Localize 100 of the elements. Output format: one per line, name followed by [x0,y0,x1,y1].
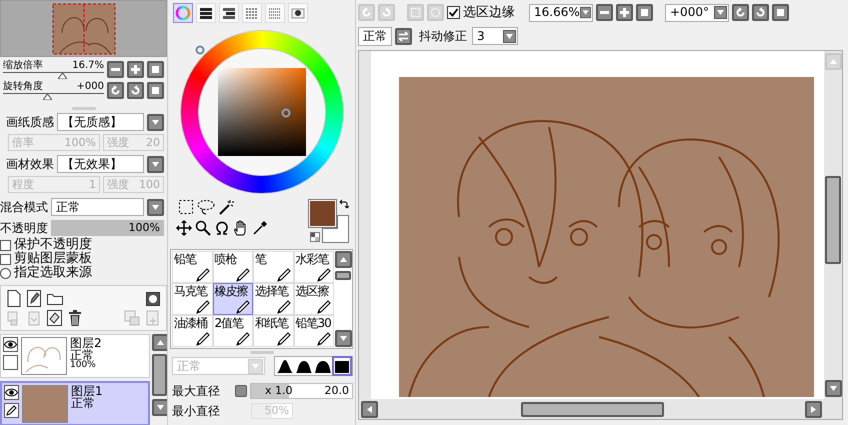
brush-label: 和纸笔 [255,316,290,330]
reset-button[interactable] [772,4,789,21]
layer-row[interactable]: 图层2 正常 100% [0,334,150,378]
scroll-up-button[interactable] [335,251,352,268]
color-wheel-tab[interactable] [173,3,193,23]
mask-icon[interactable] [146,292,160,306]
brush-effect-select[interactable]: 【无效果】 [57,155,144,173]
swatch-tab[interactable] [242,3,262,23]
scrollbar-thumb[interactable] [521,402,664,416]
brush-tile[interactable]: 和纸笔 [253,315,294,347]
reset-button[interactable] [636,4,653,21]
slider-handle-icon[interactable] [43,94,52,100]
dropdown-button[interactable] [147,114,164,130]
new-pen-layer-icon[interactable] [27,290,41,307]
brush-tile[interactable]: 选区擦 [294,283,334,315]
reset-button[interactable] [147,61,164,78]
zoom-select[interactable]: 16.66% [529,4,593,22]
zoom-in-button[interactable] [127,61,144,78]
hsv-slider-tab[interactable] [219,3,239,23]
canvas-area[interactable] [371,51,824,399]
move-icon[interactable] [176,220,192,236]
rotate-left-button[interactable] [732,4,749,21]
brush-tile[interactable]: 选择笔 [253,283,294,315]
max-size-label: 最大直径 [172,384,221,398]
rectangle-select-icon[interactable] [178,199,194,215]
flip-button[interactable] [395,28,412,44]
brush-shape-option[interactable] [334,358,350,374]
size-dropdown-button[interactable] [235,385,247,397]
search-icon[interactable] [195,220,211,236]
lasso-icon[interactable] [197,199,215,215]
stabilizer-select[interactable]: 3 [472,27,518,45]
zoom-in-button[interactable] [616,4,633,21]
max-size-slider[interactable]: x 1.0 20.0 [250,383,353,399]
blend-mode-select[interactable]: 正常 [51,198,144,216]
checkbox[interactable] [0,240,11,250]
zoom-out-button[interactable] [107,61,124,78]
brush-shape-option[interactable] [277,358,293,374]
angle-select[interactable]: +000° [665,4,729,22]
brush-tile[interactable]: 马克笔 [172,283,212,315]
scroll-up-button[interactable] [152,334,167,351]
scratchpad-tab[interactable] [288,3,308,23]
opacity-slider[interactable]: 100% [51,220,164,236]
scroll-down-button[interactable] [152,399,167,416]
rotate-right-button[interactable] [752,4,769,21]
visibility-toggle[interactable] [3,337,18,352]
scrollbar-thumb[interactable] [152,354,167,396]
radio-button[interactable] [0,268,11,278]
scroll-down-button[interactable] [825,380,842,397]
blend-mode-button[interactable]: 正常 [358,26,392,46]
color-tab-icon [198,5,214,21]
hue-marker-icon[interactable] [194,45,204,55]
trash-icon[interactable] [68,310,82,326]
visibility-toggle[interactable] [4,385,19,400]
reset-colors-icon[interactable] [310,232,320,242]
layer-lock-toggle[interactable] [3,355,18,370]
scroll-right-button[interactable] [805,400,822,418]
layer-lock-toggle[interactable] [4,403,19,418]
brush-shape-selector[interactable] [274,356,353,376]
scroll-down-button[interactable] [335,330,352,347]
rgb-slider-tab[interactable] [196,3,216,23]
scroll-left-button[interactable] [361,400,378,418]
color-swatches[interactable] [307,199,349,243]
brush-tile[interactable]: 水彩笔 [294,251,334,283]
paper-texture-select[interactable]: 【无质感】 [57,113,144,131]
swap-colors-icon[interactable] [339,199,349,209]
clear-layer-icon[interactable] [47,310,62,326]
panel-grip[interactable] [72,106,96,110]
layer-row[interactable]: 图层1 正常 [0,381,150,425]
brush-tile[interactable]: 笔 [253,251,294,283]
slider-handle-icon[interactable] [58,73,67,79]
scrollbar-thumb[interactable] [335,271,351,280]
eye-icon [5,388,18,397]
scrollbar-thumb[interactable] [825,176,841,264]
color-tab-icon [221,5,237,21]
new-layer-icon[interactable] [7,290,21,307]
checkbox[interactable] [0,254,11,264]
option-label: 指定选取来源 [14,265,92,281]
rotate-left-button[interactable] [107,82,124,99]
saturation-marker-icon[interactable] [280,108,290,118]
brush-tile[interactable]: 油漆桶 [172,315,212,347]
brush-tile[interactable]: 橡皮擦 [212,283,253,315]
checkbox[interactable] [447,6,460,19]
brush-shape-option[interactable] [315,358,331,374]
dropdown-button[interactable] [147,156,164,172]
color-square[interactable] [218,68,306,156]
folder-icon[interactable] [47,292,63,305]
zoom-out-button[interactable] [596,4,613,21]
eyedropper-icon[interactable] [252,220,268,236]
rotate-right-button[interactable] [127,82,144,99]
brush-shape-option[interactable] [296,358,312,374]
brush-tile[interactable]: 铅笔30 [294,315,334,347]
panel-grip[interactable] [250,350,274,354]
brush-tile[interactable]: 喷枪 [212,251,253,283]
reset-button[interactable] [147,82,164,99]
magic-wand-icon[interactable] [218,199,234,215]
rotate-icon[interactable] [214,220,230,236]
palette-tab[interactable] [265,3,285,23]
dropdown-button[interactable] [147,198,164,216]
brush-tile[interactable]: 2值笔 [212,315,253,347]
brush-tile[interactable]: 铅笔 [172,251,212,283]
